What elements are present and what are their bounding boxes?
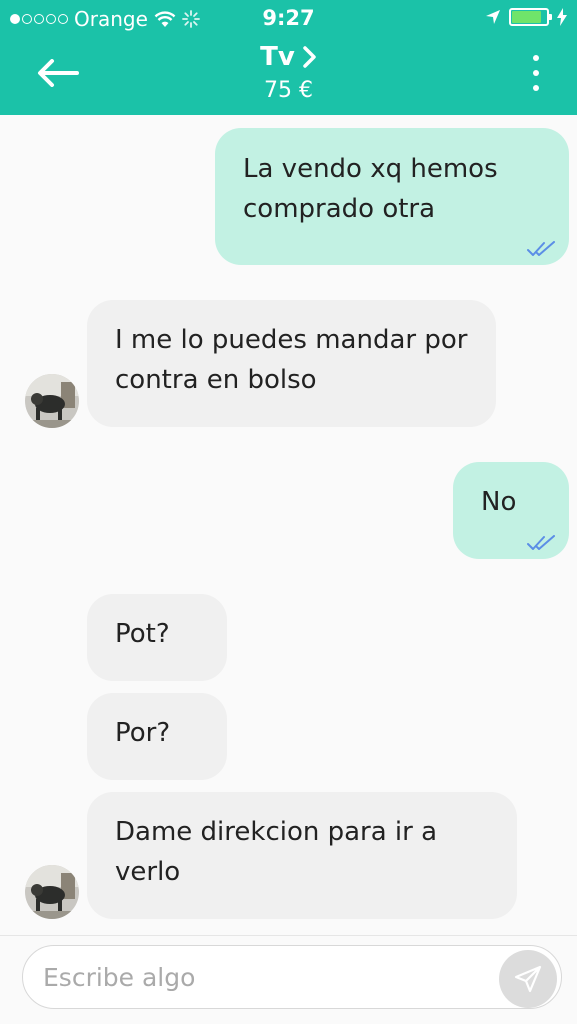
- message-input[interactable]: [43, 946, 493, 1008]
- product-title: Tv: [260, 42, 295, 72]
- send-button[interactable]: [499, 950, 557, 1008]
- message-bubble-received: Por?: [87, 693, 227, 780]
- top-bar: Orange 9:27 Tv 75 €: [0, 0, 577, 115]
- arrow-left-icon: [38, 59, 79, 87]
- message-bubble-received: Dame direkcion para ir a verlo: [87, 792, 517, 919]
- send-icon: [514, 965, 542, 993]
- more-vertical-icon: [533, 55, 539, 61]
- message-bubble-sent: La vendo xq hemos comprado otra: [215, 128, 569, 265]
- back-button[interactable]: [34, 55, 82, 91]
- avatar-image: [25, 865, 79, 919]
- avatar-image: [25, 374, 79, 428]
- title-row: Tv: [150, 42, 427, 72]
- location-arrow-icon: [486, 10, 500, 24]
- double-check-icon: [527, 241, 555, 256]
- message-text: Por?: [115, 718, 171, 748]
- product-title-link[interactable]: Tv 75 €: [150, 42, 427, 103]
- message-text: Pot?: [115, 619, 170, 649]
- status-bar: Orange 9:27: [0, 0, 577, 38]
- message-bubble-received: Pot?: [87, 594, 227, 681]
- message-input-wrapper: [22, 945, 562, 1009]
- double-check-icon: [527, 535, 555, 550]
- message-text: No: [481, 487, 517, 517]
- avatar[interactable]: [25, 865, 79, 919]
- message-text: Dame direkcion para ir a verlo: [115, 817, 438, 887]
- message-bubble-received: I me lo puedes mandar por contra en bols…: [87, 300, 496, 427]
- battery-icon: [509, 8, 552, 26]
- status-right-group: [485, 8, 567, 26]
- chevron-right-icon: [303, 46, 316, 68]
- message-text: I me lo puedes mandar por contra en bols…: [115, 325, 468, 395]
- avatar[interactable]: [25, 374, 79, 428]
- product-price: 75 €: [264, 78, 313, 103]
- message-bubble-sent: No: [453, 462, 569, 559]
- charging-bolt-icon: [557, 8, 567, 26]
- more-options-button[interactable]: [521, 48, 551, 98]
- message-text: La vendo xq hemos comprado otra: [243, 154, 498, 224]
